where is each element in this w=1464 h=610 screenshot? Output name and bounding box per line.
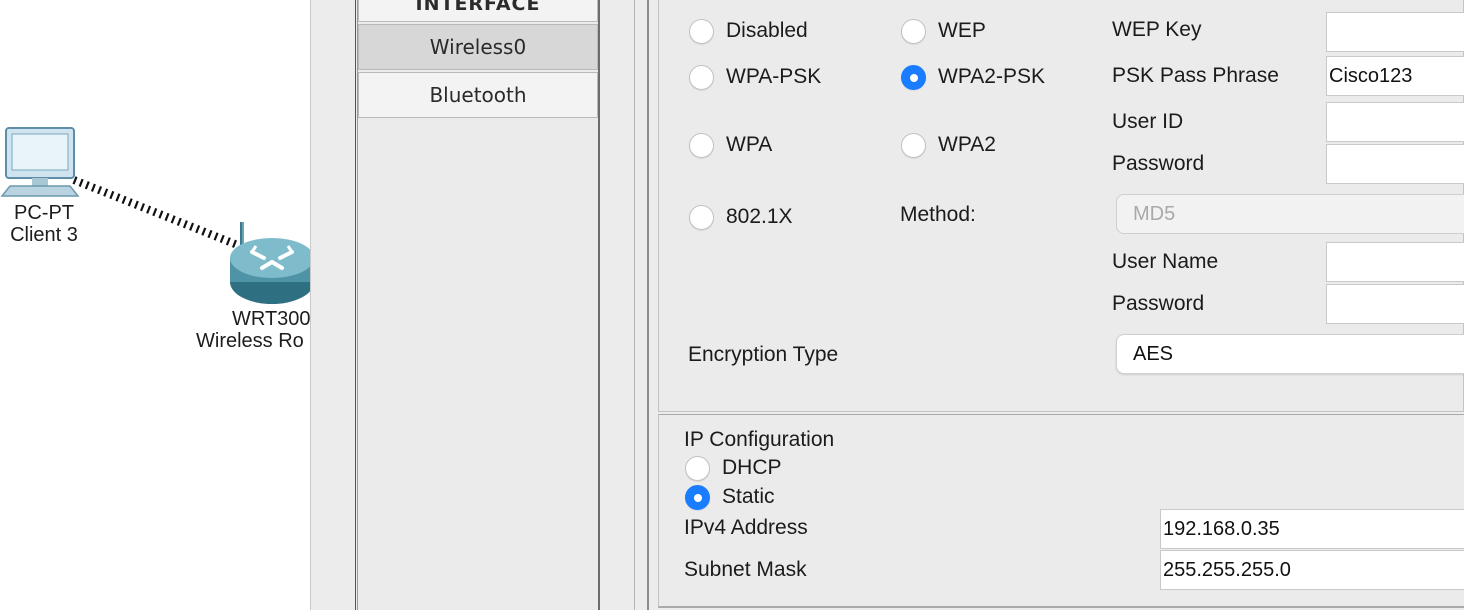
interface-item-bluetooth[interactable]: Bluetooth <box>358 72 598 118</box>
interface-item-wireless0[interactable]: Wireless0 <box>358 24 598 70</box>
psk-pass-phrase-label: PSK Pass Phrase <box>1112 64 1279 87</box>
pc-type-label: PC-PT <box>14 202 74 224</box>
auth-radio-wpa[interactable] <box>689 133 714 158</box>
window-edge <box>310 0 311 610</box>
auth-radio-disabled[interactable] <box>689 19 714 44</box>
ip-radio-static[interactable] <box>685 485 710 510</box>
router-model-label: WRT300 <box>232 308 310 330</box>
user-name-field[interactable] <box>1326 242 1464 282</box>
method-label: Method: <box>900 203 976 226</box>
panel-divider <box>634 0 635 610</box>
router-name-label: WRT300 Wireless Ro <box>196 308 310 352</box>
auth-radio-wpa2[interactable] <box>901 133 926 158</box>
pc-name-label: PC-PT Client 3 <box>2 202 86 246</box>
panel-divider <box>355 0 356 610</box>
password-field[interactable] <box>1326 144 1464 184</box>
wep-key-field[interactable] <box>1326 12 1464 52</box>
pc-icon[interactable] <box>0 127 80 197</box>
pc-hostname-label: Client 3 <box>10 224 78 246</box>
subnet-mask-label: Subnet Mask <box>684 558 807 581</box>
password-label: Password <box>1112 152 1205 175</box>
auth-radio-wpa-psk[interactable] <box>689 65 714 90</box>
radius-password-field[interactable] <box>1326 284 1464 324</box>
subnet-mask-field[interactable]: 255.255.255.0 <box>1160 550 1464 590</box>
auth-label-wep: WEP <box>938 19 986 42</box>
auth-label-wpa: WPA <box>726 133 773 156</box>
auth-radio-wpa2-psk[interactable] <box>901 65 926 90</box>
radius-password-label: Password <box>1112 292 1205 315</box>
ip-radio-dhcp[interactable] <box>685 456 710 481</box>
method-dropdown: MD5 <box>1116 194 1464 234</box>
ip-label-static: Static <box>722 485 775 508</box>
auth-label-wpa-psk: WPA-PSK <box>726 65 822 88</box>
router-icon[interactable] <box>230 222 310 304</box>
ipv4-address-label: IPv4 Address <box>684 516 808 539</box>
auth-label-wpa2-psk: WPA2-PSK <box>938 65 1045 88</box>
encryption-type-label: Encryption Type <box>688 343 839 366</box>
workspace-canvas[interactable]: PC-PT Client 3 WRT300 Wireless Ro <box>0 0 310 610</box>
encryption-type-dropdown[interactable]: AES <box>1116 334 1464 374</box>
psk-pass-phrase-field[interactable]: Cisco123 <box>1326 56 1464 96</box>
panel-gap <box>600 0 634 610</box>
user-id-field[interactable] <box>1326 102 1464 142</box>
user-name-label: User Name <box>1112 250 1219 273</box>
auth-radio-8021x[interactable] <box>689 205 714 230</box>
user-id-label: User ID <box>1112 110 1184 133</box>
auth-label-8021x: 802.1X <box>726 205 793 228</box>
topology-drawing <box>0 127 310 304</box>
auth-label-wpa2: WPA2 <box>938 133 996 156</box>
ip-configuration-title: IP Configuration <box>684 428 835 451</box>
auth-radio-wep[interactable] <box>901 19 926 44</box>
ip-label-dhcp: DHCP <box>722 456 782 479</box>
interface-list: INTERFACE Wireless0 Bluetooth <box>358 0 600 610</box>
wep-key-label: WEP Key <box>1112 18 1202 41</box>
interface-list-header: INTERFACE <box>358 0 598 22</box>
ipv4-address-field[interactable]: 192.168.0.35 <box>1160 509 1464 549</box>
router-type-label: Wireless Ro <box>196 330 304 352</box>
auth-label-disabled: Disabled <box>726 19 808 42</box>
wireless-link <box>72 176 242 250</box>
